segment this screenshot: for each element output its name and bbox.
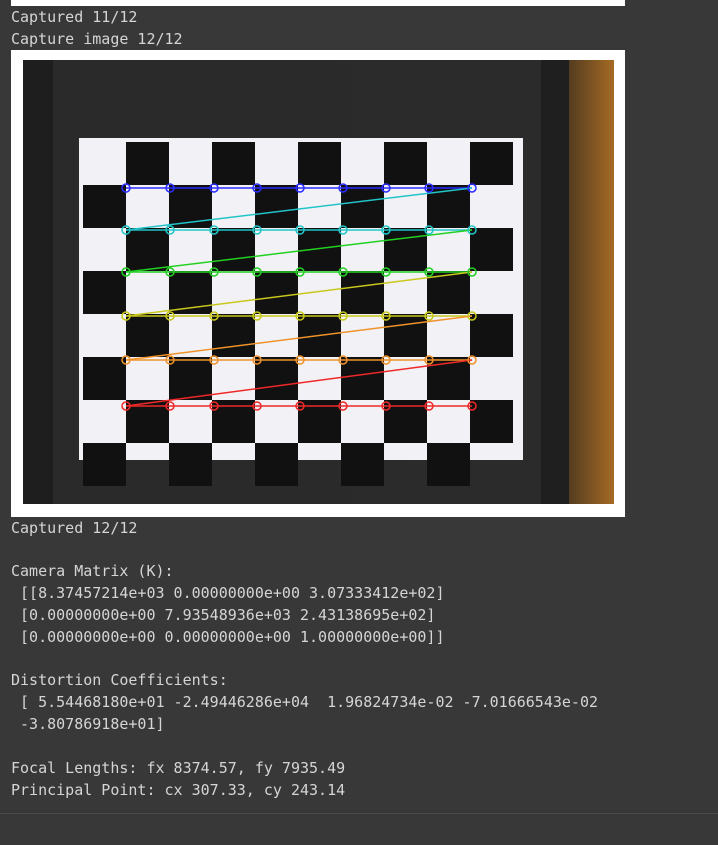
distortion-header: Distortion Coefficients: <box>11 671 228 689</box>
capture-image-12-text: Capture image 12/12 <box>11 30 183 48</box>
chessboard-black-square <box>212 314 255 357</box>
distortion-row: -3.80786918e+01] <box>11 715 165 733</box>
tablet-right-edge <box>541 60 569 504</box>
chessboard-black-square <box>341 271 384 314</box>
chessboard-black-square <box>126 228 169 271</box>
chessboard-black-square <box>126 142 169 185</box>
chessboard-black-square <box>341 185 384 228</box>
camera-matrix-row: [[8.37457214e+03 0.00000000e+00 3.073334… <box>11 584 445 602</box>
chessboard-black-square <box>169 357 212 400</box>
camera-matrix-row: [0.00000000e+00 7.93548936e+03 2.4313869… <box>11 606 436 624</box>
chessboard-black-square <box>255 271 298 314</box>
chessboard-black-square <box>298 228 341 271</box>
captured-12-text: Captured 12/12 <box>11 519 138 537</box>
chessboard-black-square <box>83 185 126 228</box>
chessboard-corners-visualization <box>23 60 614 504</box>
chessboard-black-square <box>470 142 513 185</box>
camera-matrix-header: Camera Matrix (K): <box>11 562 174 580</box>
chessboard-black-square <box>169 443 212 486</box>
chessboard-black-square <box>83 357 126 400</box>
chessboard-capture-image <box>11 50 625 517</box>
chessboard-black-square <box>212 228 255 271</box>
chessboard-black-square <box>384 142 427 185</box>
camera-matrix-row: [0.00000000e+00 0.00000000e+00 1.0000000… <box>11 628 445 646</box>
chessboard-black-square <box>470 228 513 271</box>
distortion-row: [ 5.54468180e+01 -2.49446286e+04 1.96824… <box>11 693 598 711</box>
chessboard-black-square <box>212 142 255 185</box>
chessboard-black-square <box>255 185 298 228</box>
principal-point-text: Principal Point: cx 307.33, cy 243.14 <box>11 781 346 799</box>
captured-11-text: Captured 11/12 <box>11 8 138 26</box>
chessboard-black-square <box>341 357 384 400</box>
focal-lengths-text: Focal Lengths: fx 8374.57, fy 7935.49 <box>11 759 346 777</box>
chessboard-black-square <box>341 443 384 486</box>
chessboard-black-square <box>83 443 126 486</box>
chessboard-black-square <box>298 142 341 185</box>
chessboard-black-square <box>255 443 298 486</box>
chessboard-black-square <box>83 271 126 314</box>
chessboard-black-square <box>384 228 427 271</box>
chessboard-black-square <box>126 314 169 357</box>
cell-divider <box>0 813 718 814</box>
chessboard-black-square <box>470 314 513 357</box>
chessboard-black-square <box>384 314 427 357</box>
tablet-left-edge <box>23 60 53 504</box>
chessboard-black-square <box>255 357 298 400</box>
chessboard-black-square <box>427 443 470 486</box>
